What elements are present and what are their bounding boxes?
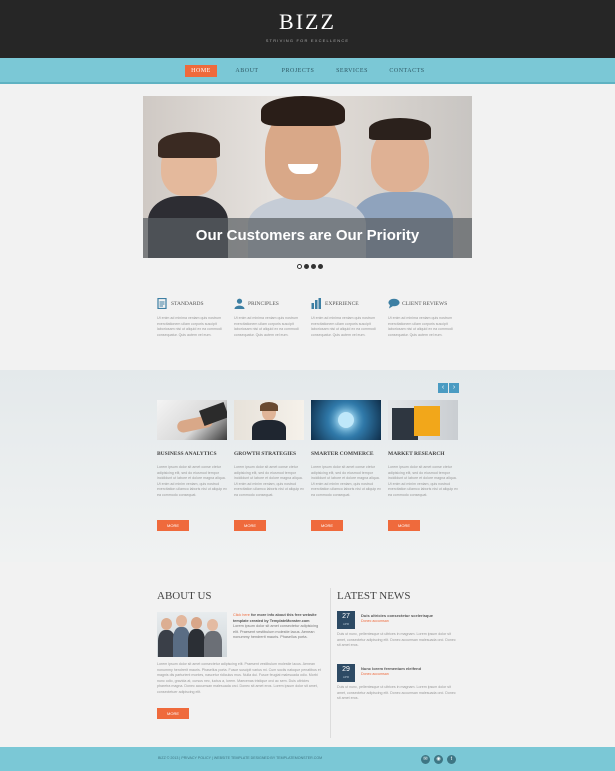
chevron-right-icon[interactable]: › bbox=[449, 383, 459, 393]
footer-copyright: BIZZ © 2013 | PRIVACY POLICY | WEBSITE T… bbox=[158, 756, 323, 760]
about-text: Lorem ipsum dolor sit amet consectetur a… bbox=[157, 662, 321, 694]
feature-title: EXPERIENCE bbox=[325, 301, 359, 307]
news-date-badge: 27 APR bbox=[337, 611, 355, 629]
team-head-4 bbox=[207, 619, 218, 631]
more-button[interactable]: MORE bbox=[311, 520, 343, 531]
more-button[interactable]: MORE bbox=[157, 520, 189, 531]
service-title: GROWTH STRATEGIES bbox=[234, 451, 297, 457]
rss-icon[interactable]: ◉ bbox=[434, 755, 443, 764]
feature-title: STANDARDS bbox=[171, 301, 204, 307]
service-text: Lorem ipsum dolor sit amet conse ctetur … bbox=[157, 465, 227, 497]
nav-projects[interactable]: PROJECTS bbox=[278, 65, 318, 77]
slider-dot-4[interactable] bbox=[318, 264, 323, 269]
nav-about[interactable]: ABOUT bbox=[230, 65, 264, 77]
news-headline[interactable]: Nunc lorem fermentum eleifend bbox=[361, 666, 421, 671]
sleeve-shape bbox=[199, 402, 227, 426]
service-image-business-analytics[interactable] bbox=[157, 400, 227, 440]
document-icon bbox=[157, 297, 168, 310]
slider-dot-3[interactable] bbox=[311, 264, 316, 269]
service-title: MARKET RESEARCH bbox=[388, 451, 445, 457]
chat-bubble-icon bbox=[388, 298, 400, 309]
nav-services[interactable]: SERVICES bbox=[332, 65, 372, 77]
about-click-here-link[interactable]: Click here bbox=[233, 613, 250, 617]
team-body-4 bbox=[204, 631, 222, 657]
user-icon bbox=[234, 298, 245, 309]
slider-dot-1[interactable] bbox=[297, 264, 302, 269]
person-center-hair bbox=[261, 96, 345, 126]
twitter-icon[interactable]: t bbox=[447, 755, 456, 764]
team-body-3 bbox=[188, 629, 205, 657]
team-head-1 bbox=[161, 618, 172, 630]
woman-hair-shape bbox=[260, 402, 278, 411]
service-image-market-research[interactable] bbox=[388, 400, 458, 440]
news-text: Duis ut nunc, pellentesque ut ultrices i… bbox=[337, 632, 456, 648]
about-more-button[interactable]: MORE bbox=[157, 708, 189, 719]
chevron-left-icon[interactable]: ‹ bbox=[438, 383, 448, 393]
service-text: Lorem ipsum dolor sit amet conse ctetur … bbox=[388, 465, 458, 497]
site-tagline: STRIVING FOR EXCELLENCE bbox=[265, 38, 350, 43]
news-subtitle: Donec accumsan bbox=[361, 619, 389, 623]
hero-caption-bar: Our Customers are Our Priority bbox=[143, 218, 472, 258]
news-day: 27 bbox=[342, 613, 350, 620]
hero-caption: Our Customers are Our Priority bbox=[195, 227, 420, 244]
person-right-hair bbox=[369, 118, 431, 140]
woman-body-shape bbox=[252, 420, 286, 440]
service-image-growth-strategies[interactable] bbox=[234, 400, 304, 440]
mail-icon[interactable]: ✉ bbox=[421, 755, 430, 764]
news-subtitle: Donec accumsan bbox=[361, 672, 389, 676]
feature-title: PRINCIPLES bbox=[248, 301, 279, 307]
feature-text: Ut enim ad minima veniam quis nostrum ex… bbox=[234, 316, 299, 337]
more-button[interactable]: MORE bbox=[234, 520, 266, 531]
team-head-3 bbox=[191, 617, 202, 629]
bar-chart-icon bbox=[311, 298, 322, 309]
main-navigation: HOME ABOUT PROJECTS SERVICES CONTACTS bbox=[0, 58, 615, 84]
site-logo[interactable]: BIZZ bbox=[0, 9, 615, 35]
news-month: APR bbox=[342, 622, 350, 626]
service-image-smarter-commerce[interactable] bbox=[311, 400, 381, 440]
news-text: Duis ut nunc, pellentesque ut ultrices i… bbox=[337, 685, 456, 701]
news-month: APR bbox=[342, 675, 350, 679]
news-date-badge: 29 APR bbox=[337, 664, 355, 682]
news-title: LATEST NEWS bbox=[337, 590, 411, 602]
nav-contacts[interactable]: CONTACTS bbox=[386, 65, 428, 77]
feature-title: CLIENT REVIEWS bbox=[402, 301, 448, 307]
slider-dot-2[interactable] bbox=[304, 264, 309, 269]
about-lead: Click here for more info about this free… bbox=[233, 613, 321, 641]
news-headline[interactable]: Duis ultricies consectetur scelerisque bbox=[361, 613, 433, 618]
site-footer: BIZZ © 2013 | PRIVACY POLICY | WEBSITE T… bbox=[0, 747, 615, 771]
about-title: ABOUT US bbox=[157, 590, 212, 602]
service-title: SMARTER COMMERCE bbox=[311, 451, 374, 457]
feature-text: Ut enim ad minima veniam quis nostrum ex… bbox=[388, 316, 453, 337]
hero-slider[interactable]: Our Customers are Our Priority bbox=[143, 96, 472, 258]
team-head-2 bbox=[176, 615, 187, 627]
feature-text: Ut enim ad minima veniam quis nostrum ex… bbox=[157, 316, 222, 337]
service-text: Lorem ipsum dolor sit amet conse ctetur … bbox=[234, 465, 304, 497]
about-team-image bbox=[157, 612, 227, 657]
person-left-hair bbox=[158, 132, 220, 158]
about-lead-text: Lorem ipsum dolor sit amet consectetur a… bbox=[233, 624, 319, 640]
folder-shape bbox=[414, 406, 440, 436]
site-header: BIZZ STRIVING FOR EXCELLENCE bbox=[0, 0, 615, 58]
news-day: 29 bbox=[342, 666, 350, 673]
feature-text: Ut enim ad minima veniam quis nostrum ex… bbox=[311, 316, 376, 337]
globe-shape bbox=[338, 412, 354, 428]
nav-home[interactable]: HOME bbox=[185, 65, 217, 77]
services-section bbox=[0, 370, 615, 562]
column-divider bbox=[330, 588, 331, 738]
more-button[interactable]: MORE bbox=[388, 520, 420, 531]
service-text: Lorem ipsum dolor sit amet conse ctetur … bbox=[311, 465, 381, 497]
service-title: BUSINESS ANALYTICS bbox=[157, 451, 217, 457]
